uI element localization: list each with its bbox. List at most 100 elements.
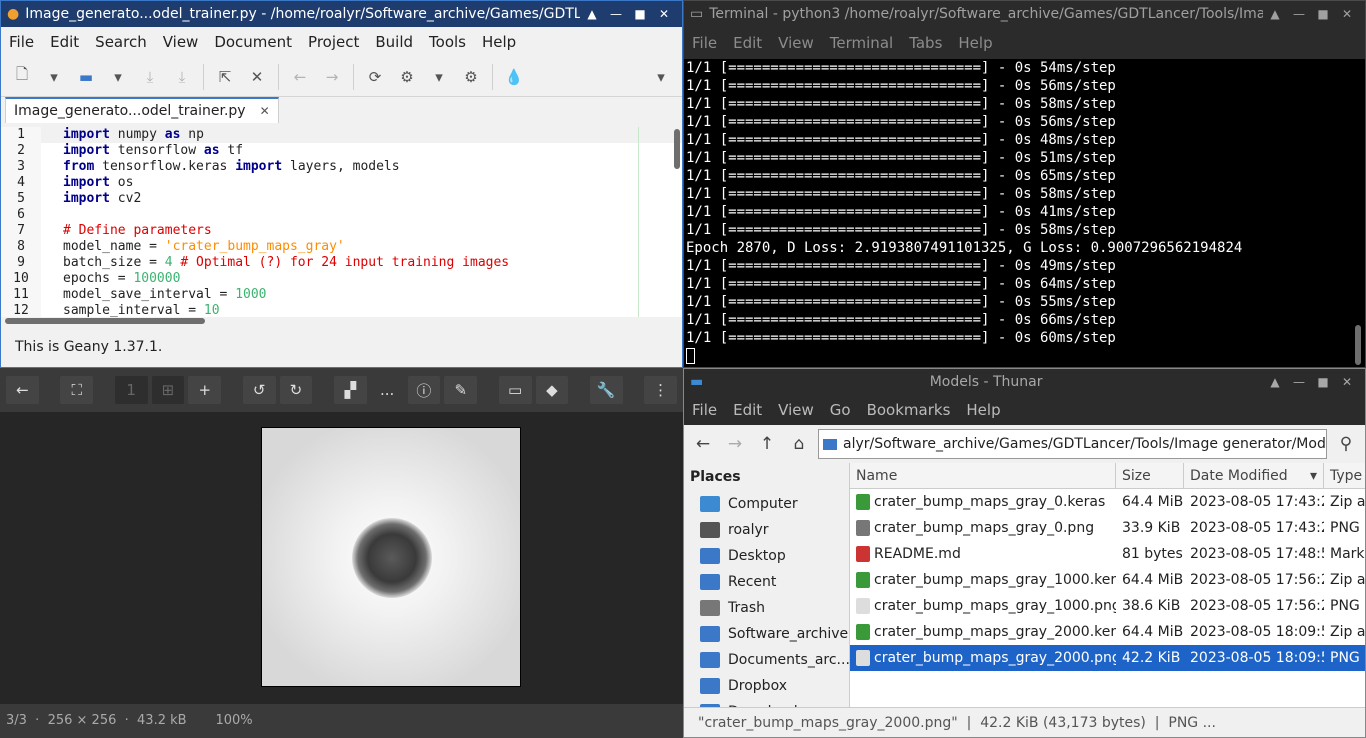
geany-menu-project[interactable]: Project xyxy=(300,33,367,51)
maximize-up-icon[interactable]: ▲ xyxy=(1263,375,1287,389)
minimize-button[interactable]: — xyxy=(1287,7,1311,21)
geany-menu-tools[interactable]: Tools xyxy=(421,33,474,51)
file-row[interactable]: crater_bump_maps_gray_0.png 33.9 KiB 2023-… xyxy=(850,515,1365,541)
geany-menu-edit[interactable]: Edit xyxy=(42,33,87,51)
tab-close-icon[interactable]: ✕ xyxy=(260,104,270,118)
zoom-in-icon[interactable]: + xyxy=(188,376,222,404)
toolbar-overflow-icon[interactable]: ▾ xyxy=(646,63,676,91)
thunar-titlebar[interactable]: ▬ Models - Thunar ▲ — ■ ✕ xyxy=(684,369,1365,395)
rotate-right-icon[interactable]: ↻ xyxy=(279,376,313,404)
more-options-button[interactable]: ... xyxy=(371,376,404,404)
execute-icon[interactable]: ⚙ xyxy=(456,63,486,91)
build-dropdown-icon[interactable]: ▾ xyxy=(424,63,454,91)
open-dropdown-icon[interactable]: ▾ xyxy=(103,63,133,91)
build-gear-icon[interactable]: ⚙ xyxy=(392,63,422,91)
code-line[interactable]: 5 import cv2 xyxy=(1,191,682,207)
file-row[interactable]: crater_bump_maps_gray_1000.png 38.6 KiB 20… xyxy=(850,593,1365,619)
column-type-header[interactable]: Type xyxy=(1324,463,1365,489)
maximize-button[interactable]: ■ xyxy=(1311,375,1335,389)
file-row[interactable]: crater_bump_maps_gray_1000.keras 64.4 MiB… xyxy=(850,567,1365,593)
editor-vertical-scrollbar[interactable] xyxy=(674,129,680,169)
info-icon[interactable]: ⓘ xyxy=(407,376,441,404)
file-row[interactable]: crater_bump_maps_gray_0.keras 64.4 MiB 202… xyxy=(850,489,1365,515)
path-input[interactable]: alyr/Software_archive/Games/GDTLancer/To… xyxy=(818,429,1327,459)
code-line[interactable]: 7 # Define parameters xyxy=(1,223,682,239)
search-icon[interactable]: ⚲ xyxy=(1333,434,1359,454)
terminal-menu-tabs[interactable]: Tabs xyxy=(901,34,950,52)
rotate-left-icon[interactable]: ↺ xyxy=(242,376,276,404)
geany-menu-file[interactable]: File xyxy=(1,33,42,51)
maximize-up-icon[interactable]: ▲ xyxy=(580,7,604,21)
maximize-button[interactable]: ■ xyxy=(628,7,652,21)
terminal-menu-edit[interactable]: Edit xyxy=(725,34,770,52)
code-editor[interactable]: 1 import numpy as np 2 import tensorflow as… xyxy=(1,127,682,317)
place-item-software-archive[interactable]: Software_archive xyxy=(684,621,849,647)
geany-menu-help[interactable]: Help xyxy=(474,33,524,51)
column-size-header[interactable]: Size xyxy=(1116,463,1184,489)
new-dropdown-icon[interactable]: ▾ xyxy=(39,63,69,91)
close-button[interactable]: ✕ xyxy=(1335,375,1359,389)
close-button[interactable]: ✕ xyxy=(1335,7,1359,21)
file-row[interactable]: crater_bump_maps_gray_2000.keras 64.4 MiB… xyxy=(850,619,1365,645)
geany-menu-view[interactable]: View xyxy=(155,33,207,51)
terminal-scrollbar[interactable] xyxy=(1355,325,1361,365)
back-arrow-icon[interactable]: ← xyxy=(6,376,39,404)
settings-wrench-icon[interactable]: 🔧 xyxy=(589,376,623,404)
menu-kebab-icon[interactable]: ⋮ xyxy=(644,376,678,404)
open-folder-icon[interactable]: ▬ xyxy=(71,63,101,91)
thunar-menu-help[interactable]: Help xyxy=(958,401,1008,419)
reload-icon[interactable]: ⟳ xyxy=(360,63,390,91)
code-line[interactable]: 6 xyxy=(1,207,682,223)
place-item-documents-arc-[interactable]: Documents_arc... xyxy=(684,647,849,673)
code-line[interactable]: 12 sample_interval = 10 xyxy=(1,303,682,317)
column-date-header[interactable]: Date Modified ▾ xyxy=(1184,463,1324,489)
home-icon[interactable]: ⌂ xyxy=(786,434,812,454)
code-line[interactable]: 1 import numpy as np xyxy=(1,127,682,143)
thunar-menu-bookmarks[interactable]: Bookmarks xyxy=(859,401,959,419)
thunar-menu-go[interactable]: Go xyxy=(822,401,859,419)
minimize-button[interactable]: — xyxy=(1287,375,1311,389)
back-arrow-icon[interactable]: ← xyxy=(690,434,716,454)
crop-icon[interactable]: ▞ xyxy=(333,376,367,404)
nav-forward-icon[interactable]: → xyxy=(317,63,347,91)
fullscreen-icon[interactable]: ⛶ xyxy=(60,376,94,404)
thunar-menu-edit[interactable]: Edit xyxy=(725,401,770,419)
terminal-menu-view[interactable]: View xyxy=(770,34,822,52)
save-icon[interactable]: ⤓ xyxy=(135,63,165,91)
code-line[interactable]: 8 model_name = 'crater_bump_maps_gray' xyxy=(1,239,682,255)
terminal-menu-terminal[interactable]: Terminal xyxy=(822,34,901,52)
geany-menu-document[interactable]: Document xyxy=(206,33,300,51)
file-row[interactable]: README.md 81 bytes 2023-08-05 17:48:57 Mark xyxy=(850,541,1365,567)
geany-menu-build[interactable]: Build xyxy=(367,33,421,51)
revert-icon[interactable]: ⇱ xyxy=(210,63,240,91)
thunar-menu-view[interactable]: View xyxy=(770,401,822,419)
edit-brush-icon[interactable]: ✎ xyxy=(444,376,478,404)
place-item-dropbox[interactable]: Dropbox xyxy=(684,673,849,699)
place-item-computer[interactable]: Computer xyxy=(684,491,849,517)
zoom-1to1-icon[interactable]: 1 xyxy=(114,376,148,404)
tag-icon[interactable]: ◆ xyxy=(535,376,569,404)
color-chooser-icon[interactable]: 💧 xyxy=(499,63,529,91)
maximize-up-icon[interactable]: ▲ xyxy=(1263,7,1287,21)
up-arrow-icon[interactable]: ↑ xyxy=(754,434,780,454)
save-all-icon[interactable]: ⤓ xyxy=(167,63,197,91)
code-line[interactable]: 3 from tensorflow.keras import layers, mo… xyxy=(1,159,682,175)
editor-tab[interactable]: Image_generato...odel_trainer.py ✕ xyxy=(5,97,279,123)
place-item-trash[interactable]: Trash xyxy=(684,595,849,621)
file-row[interactable]: crater_bump_maps_gray_2000.png 42.2 KiB 20… xyxy=(850,645,1365,671)
column-name-header[interactable]: Name xyxy=(850,463,1116,489)
editor-horizontal-scrollbar[interactable] xyxy=(5,318,205,324)
code-line[interactable]: 11 model_save_interval = 1000 xyxy=(1,287,682,303)
code-line[interactable]: 10 epochs = 100000 xyxy=(1,271,682,287)
place-item-recent[interactable]: Recent xyxy=(684,569,849,595)
code-line[interactable]: 4 import os xyxy=(1,175,682,191)
thunar-menu-file[interactable]: File xyxy=(684,401,725,419)
geany-titlebar[interactable]: ● Image_generato...odel_trainer.py - /ho… xyxy=(1,1,682,27)
geany-menu-search[interactable]: Search xyxy=(87,33,155,51)
close-button[interactable]: ✕ xyxy=(652,7,676,21)
nav-back-icon[interactable]: ← xyxy=(285,63,315,91)
code-line[interactable]: 9 batch_size = 4 # Optimal (?) for 24 inp… xyxy=(1,255,682,271)
terminal-titlebar[interactable]: ▭ Terminal - python3 /home/roalyr/Softwa… xyxy=(684,1,1365,27)
terminal-menu-file[interactable]: File xyxy=(684,34,725,52)
place-item-desktop[interactable]: Desktop xyxy=(684,543,849,569)
